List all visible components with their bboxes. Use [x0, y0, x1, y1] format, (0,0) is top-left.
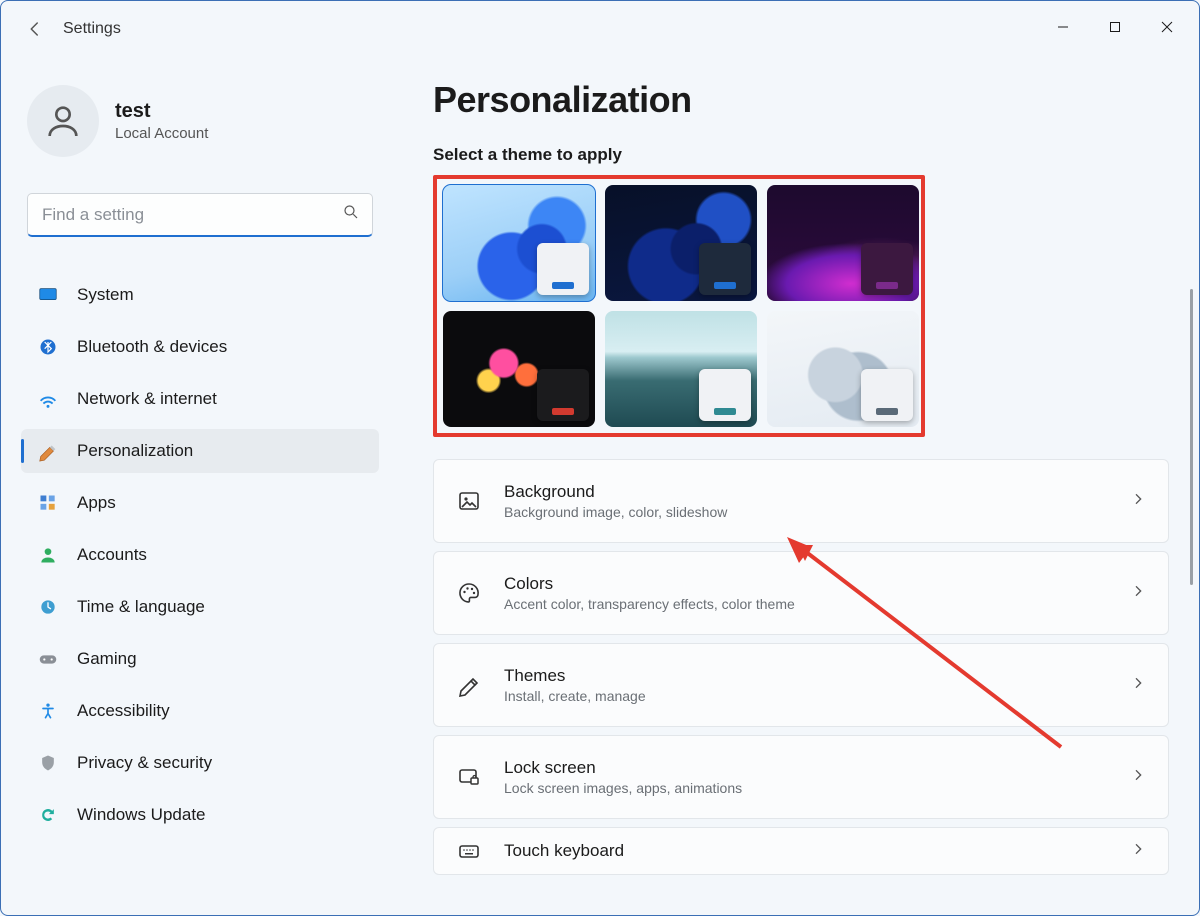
sidebar-item-apps[interactable]: Apps [21, 481, 379, 525]
close-icon [1161, 21, 1173, 33]
search-icon [342, 203, 360, 226]
sidebar-item-windows-update[interactable]: Windows Update [21, 793, 379, 837]
sidebar-item-label: Network & internet [77, 389, 217, 409]
search-box[interactable] [27, 193, 373, 237]
touch-keyboard-icon [456, 838, 482, 864]
sidebar-item-label: Accounts [77, 545, 147, 565]
theme-tile-4[interactable] [443, 311, 595, 427]
sidebar-item-label: Accessibility [77, 701, 170, 721]
sidebar-item-label: Time & language [77, 597, 205, 617]
settings-rows: Background Background image, color, slid… [433, 459, 1169, 875]
chevron-right-icon [1130, 491, 1146, 512]
sidebar-item-label: Personalization [77, 441, 193, 461]
user-icon [43, 101, 83, 141]
sidebar-item-label: System [77, 285, 134, 305]
theme-tile-3[interactable] [767, 185, 919, 301]
window-close-button[interactable] [1141, 7, 1193, 47]
maximize-icon [1109, 21, 1121, 33]
sidebar-item-label: Privacy & security [77, 753, 212, 773]
sidebar-nav: System Bluetooth & devices Network & int… [21, 273, 379, 845]
chevron-right-icon [1130, 583, 1146, 604]
accessibility-icon [37, 700, 59, 722]
windows-update-icon [37, 804, 59, 826]
lock-screen-icon [456, 764, 482, 790]
theme-preview-window [699, 369, 751, 421]
row-colors[interactable]: Colors Accent color, transparency effect… [433, 551, 1169, 635]
page-title: Personalization [433, 79, 1173, 121]
row-title: Lock screen [504, 758, 742, 778]
row-desc: Accent color, transparency effects, colo… [504, 596, 795, 612]
sidebar-item-network[interactable]: Network & internet [21, 377, 379, 421]
avatar[interactable] [27, 85, 99, 157]
chevron-right-icon [1130, 841, 1146, 862]
sidebar-item-time[interactable]: Time & language [21, 585, 379, 629]
sidebar-item-accessibility[interactable]: Accessibility [21, 689, 379, 733]
themes-icon [456, 672, 482, 698]
row-touch-keyboard[interactable]: Touch keyboard [433, 827, 1169, 875]
search-input[interactable] [40, 204, 342, 226]
time-language-icon [37, 596, 59, 618]
theme-tile-6[interactable] [767, 311, 919, 427]
privacy-icon [37, 752, 59, 774]
sidebar-item-personalization[interactable]: Personalization [21, 429, 379, 473]
theme-preview-window [861, 243, 913, 295]
row-title: Themes [504, 666, 646, 686]
sidebar-item-bluetooth[interactable]: Bluetooth & devices [21, 325, 379, 369]
colors-icon [456, 580, 482, 606]
user-name: test [115, 100, 208, 123]
sidebar-item-label: Bluetooth & devices [77, 337, 227, 357]
theme-grid [443, 185, 915, 427]
sidebar-item-label: Apps [77, 493, 116, 513]
accounts-icon [37, 544, 59, 566]
annotation-highlight-box [433, 175, 925, 437]
window-maximize-button[interactable] [1089, 7, 1141, 47]
user-text: test Local Account [115, 100, 208, 142]
row-background[interactable]: Background Background image, color, slid… [433, 459, 1169, 543]
row-desc: Lock screen images, apps, animations [504, 780, 742, 796]
row-desc: Background image, color, slideshow [504, 504, 727, 520]
sidebar-item-label: Windows Update [77, 805, 206, 825]
sidebar-item-accounts[interactable]: Accounts [21, 533, 379, 577]
arrow-left-icon [26, 20, 44, 38]
theme-preview-window [537, 369, 589, 421]
theme-heading: Select a theme to apply [433, 145, 1173, 165]
chevron-right-icon [1130, 675, 1146, 696]
theme-preview-window [699, 243, 751, 295]
theme-preview-window [537, 243, 589, 295]
minimize-icon [1057, 21, 1069, 33]
row-title: Touch keyboard [504, 841, 624, 861]
chevron-right-icon [1130, 767, 1146, 788]
app-title: Settings [63, 20, 121, 38]
row-title: Background [504, 482, 727, 502]
back-button[interactable] [15, 9, 55, 49]
sidebar-item-privacy[interactable]: Privacy & security [21, 741, 379, 785]
system-icon [37, 284, 59, 306]
personalization-icon [37, 440, 59, 462]
row-desc: Install, create, manage [504, 688, 646, 704]
apps-icon [37, 492, 59, 514]
theme-tile-1[interactable] [443, 185, 595, 301]
sidebar-item-system[interactable]: System [21, 273, 379, 317]
theme-tile-2[interactable] [605, 185, 757, 301]
sidebar-item-label: Gaming [77, 649, 137, 669]
row-themes[interactable]: Themes Install, create, manage [433, 643, 1169, 727]
network-icon [37, 388, 59, 410]
background-icon [456, 488, 482, 514]
user-account-type: Local Account [115, 125, 208, 142]
bluetooth-icon [37, 336, 59, 358]
row-title: Colors [504, 574, 795, 594]
row-lock-screen[interactable]: Lock screen Lock screen images, apps, an… [433, 735, 1169, 819]
sidebar-item-gaming[interactable]: Gaming [21, 637, 379, 681]
theme-tile-5[interactable] [605, 311, 757, 427]
gaming-icon [37, 648, 59, 670]
scrollbar-thumb[interactable] [1190, 289, 1193, 585]
window-minimize-button[interactable] [1037, 7, 1089, 47]
theme-preview-window [861, 369, 913, 421]
